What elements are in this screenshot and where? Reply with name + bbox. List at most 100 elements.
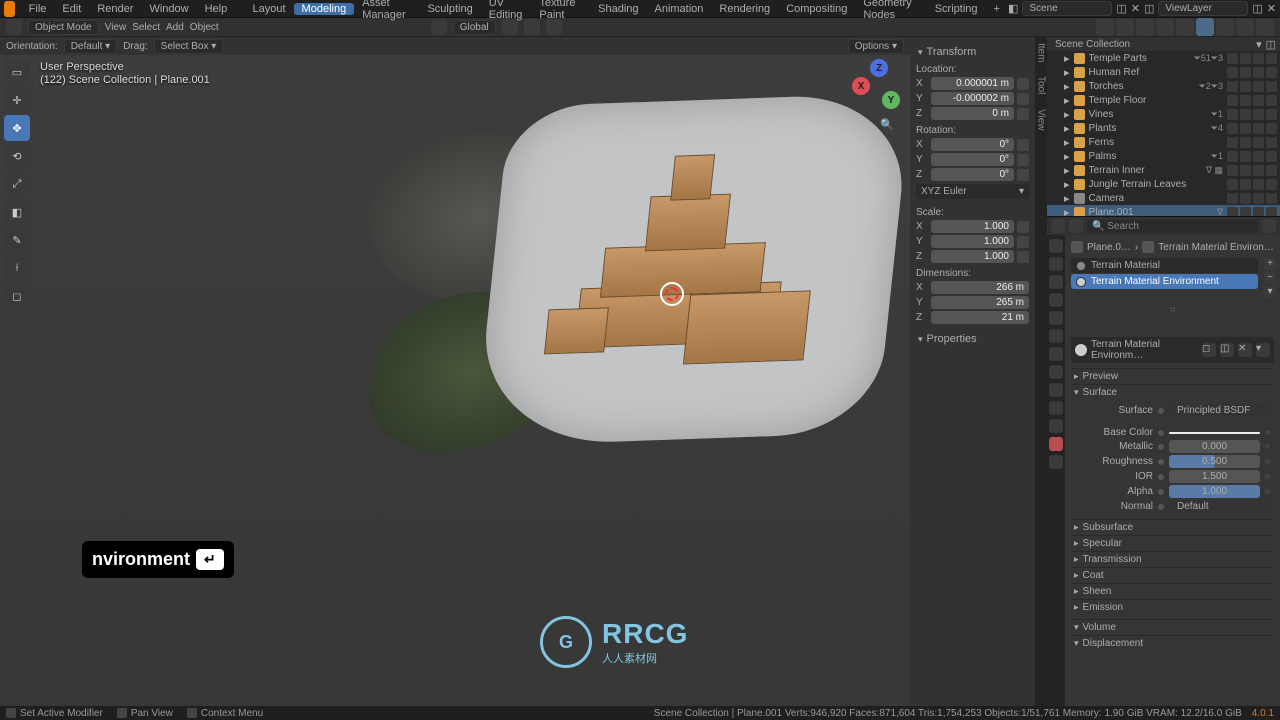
tool-annotate[interactable]: ✎	[4, 227, 30, 253]
hide-render-icon[interactable]	[1253, 95, 1264, 106]
mode-dropdown[interactable]: Object Mode	[28, 20, 99, 35]
hide-render-icon[interactable]	[1253, 67, 1264, 78]
acc-preview[interactable]: Preview	[1071, 368, 1274, 384]
hide-viewport-icon[interactable]	[1240, 123, 1251, 134]
exclude-icon[interactable]	[1227, 179, 1238, 190]
ior-dot-icon[interactable]	[1158, 474, 1164, 480]
drag-value[interactable]: Select Box ▾	[154, 39, 224, 54]
scale-z[interactable]: 1.000	[931, 250, 1014, 263]
xray-icon[interactable]	[1156, 18, 1174, 36]
gizmo-z-icon[interactable]: Z	[870, 59, 888, 77]
hide-viewport-icon[interactable]	[1240, 179, 1251, 190]
tool-move[interactable]: ✥	[4, 115, 30, 141]
matprev-shading-icon[interactable]	[1216, 18, 1234, 36]
loc-x-lock-icon[interactable]	[1017, 78, 1029, 90]
scale-z-lock-icon[interactable]	[1017, 251, 1029, 263]
outliner-new-collection-icon[interactable]: ◫	[1266, 38, 1276, 51]
ws-modeling[interactable]: Modeling	[294, 3, 355, 15]
scale-x-lock-icon[interactable]	[1017, 221, 1029, 233]
hide-render-icon[interactable]	[1253, 123, 1264, 134]
ws-asset-manager[interactable]: Asset Manager	[354, 0, 419, 21]
disable-icon[interactable]	[1266, 81, 1277, 92]
exclude-icon[interactable]	[1227, 193, 1238, 204]
hide-render-icon[interactable]	[1253, 151, 1264, 162]
ws-sculpting[interactable]: Sculpting	[419, 3, 480, 15]
hide-render-icon[interactable]	[1253, 109, 1264, 120]
exclude-icon[interactable]	[1227, 67, 1238, 78]
rot-y[interactable]: 0°	[931, 153, 1014, 166]
menu-render[interactable]: Render	[89, 3, 141, 15]
3d-viewport[interactable]: Orientation: Default ▾ Drag: Select Box …	[0, 37, 910, 706]
tab-object-icon[interactable]	[1049, 329, 1063, 343]
material-slot-0[interactable]: Terrain Material	[1071, 258, 1258, 273]
hide-viewport-icon[interactable]	[1240, 95, 1251, 106]
gizmo-toggle-icon[interactable]	[1116, 18, 1134, 36]
slot-add-icon[interactable]: +	[1264, 258, 1276, 270]
tab-modifier-icon[interactable]	[1049, 347, 1063, 361]
ior-value[interactable]: 1.500	[1169, 470, 1260, 483]
loc-y[interactable]: -0.000002 m	[931, 92, 1014, 105]
proportional-icon[interactable]	[546, 19, 562, 35]
orient-value[interactable]: Default ▾	[64, 39, 118, 54]
hide-viewport-icon[interactable]	[1240, 53, 1251, 64]
prop-editor-type-icon[interactable]	[1051, 219, 1065, 233]
acc-displacement[interactable]: Displacement	[1071, 635, 1274, 651]
base-color-swatch[interactable]	[1169, 432, 1260, 434]
tab-data-icon[interactable]	[1049, 419, 1063, 433]
tab-particles-icon[interactable]	[1049, 365, 1063, 379]
ws-geometry-nodes[interactable]: Geometry Nodes	[855, 0, 926, 21]
outliner-row[interactable]: ▸Camera	[1047, 191, 1280, 205]
outliner-row[interactable]: ▸Palms⏷1	[1047, 149, 1280, 163]
orientation-icon[interactable]	[431, 19, 447, 35]
tab-physics-icon[interactable]	[1049, 383, 1063, 397]
tab-tool[interactable]: Tool	[1036, 76, 1047, 94]
disable-icon[interactable]	[1266, 207, 1277, 218]
tool-add-cube[interactable]: ◻	[4, 283, 30, 309]
menu-edit[interactable]: Edit	[54, 3, 89, 15]
tab-texture-icon[interactable]	[1049, 455, 1063, 469]
hdr-object[interactable]: Object	[190, 22, 219, 33]
exclude-icon[interactable]	[1227, 151, 1238, 162]
prop-pin-icon[interactable]	[1069, 219, 1083, 233]
rot-z-lock-icon[interactable]	[1017, 169, 1029, 181]
new-layer-icon[interactable]: ◫	[1252, 2, 1262, 15]
orientation-dropdown[interactable]: Global	[453, 20, 496, 35]
acc-surface[interactable]: Surface	[1071, 384, 1274, 400]
loc-y-lock-icon[interactable]	[1017, 93, 1029, 105]
tool-cursor[interactable]: ✛	[4, 87, 30, 113]
outliner-row[interactable]: ▸Plane.001∇	[1047, 205, 1280, 217]
menu-file[interactable]: File	[21, 3, 55, 15]
tab-view[interactable]: View	[1036, 109, 1047, 131]
acc-sheen[interactable]: Sheen	[1071, 583, 1274, 599]
options-dropdown[interactable]: Options ▾	[848, 39, 904, 54]
dim-z[interactable]: 21 m	[931, 311, 1029, 324]
object-visibility-icon[interactable]	[1096, 18, 1114, 36]
outliner-row[interactable]: ▸Terrain Inner∇ ▦	[1047, 163, 1280, 177]
disable-icon[interactable]	[1266, 137, 1277, 148]
surface-node-dot-icon[interactable]	[1158, 408, 1164, 414]
wireframe-shading-icon[interactable]	[1176, 18, 1194, 36]
ws-compositing[interactable]: Compositing	[778, 3, 855, 15]
exclude-icon[interactable]	[1227, 53, 1238, 64]
solid-shading-icon[interactable]	[1196, 18, 1214, 36]
rot-z[interactable]: 0°	[931, 168, 1014, 181]
scale-y-lock-icon[interactable]	[1017, 236, 1029, 248]
exclude-icon[interactable]	[1227, 109, 1238, 120]
ws-layout[interactable]: Layout	[245, 3, 294, 15]
acc-subsurface[interactable]: Subsurface	[1071, 519, 1274, 535]
hide-viewport-icon[interactable]	[1240, 207, 1251, 218]
tab-output-icon[interactable]	[1049, 257, 1063, 271]
acc-coat[interactable]: Coat	[1071, 567, 1274, 583]
hide-render-icon[interactable]	[1253, 81, 1264, 92]
disable-icon[interactable]	[1266, 109, 1277, 120]
metallic-dot-icon[interactable]	[1158, 444, 1164, 450]
loc-x[interactable]: 0.000001 m	[931, 77, 1014, 90]
scale-x[interactable]: 1.000	[931, 220, 1014, 233]
disable-icon[interactable]	[1266, 193, 1277, 204]
disable-icon[interactable]	[1266, 151, 1277, 162]
properties-search[interactable]: 🔍 Search	[1087, 220, 1258, 233]
outliner-row[interactable]: ▸Plants⏷4	[1047, 121, 1280, 135]
outliner-row[interactable]: ▸Temple Floor	[1047, 93, 1280, 107]
bc-obj[interactable]: Plane.0…	[1087, 242, 1131, 253]
acc-transmission[interactable]: Transmission	[1071, 551, 1274, 567]
